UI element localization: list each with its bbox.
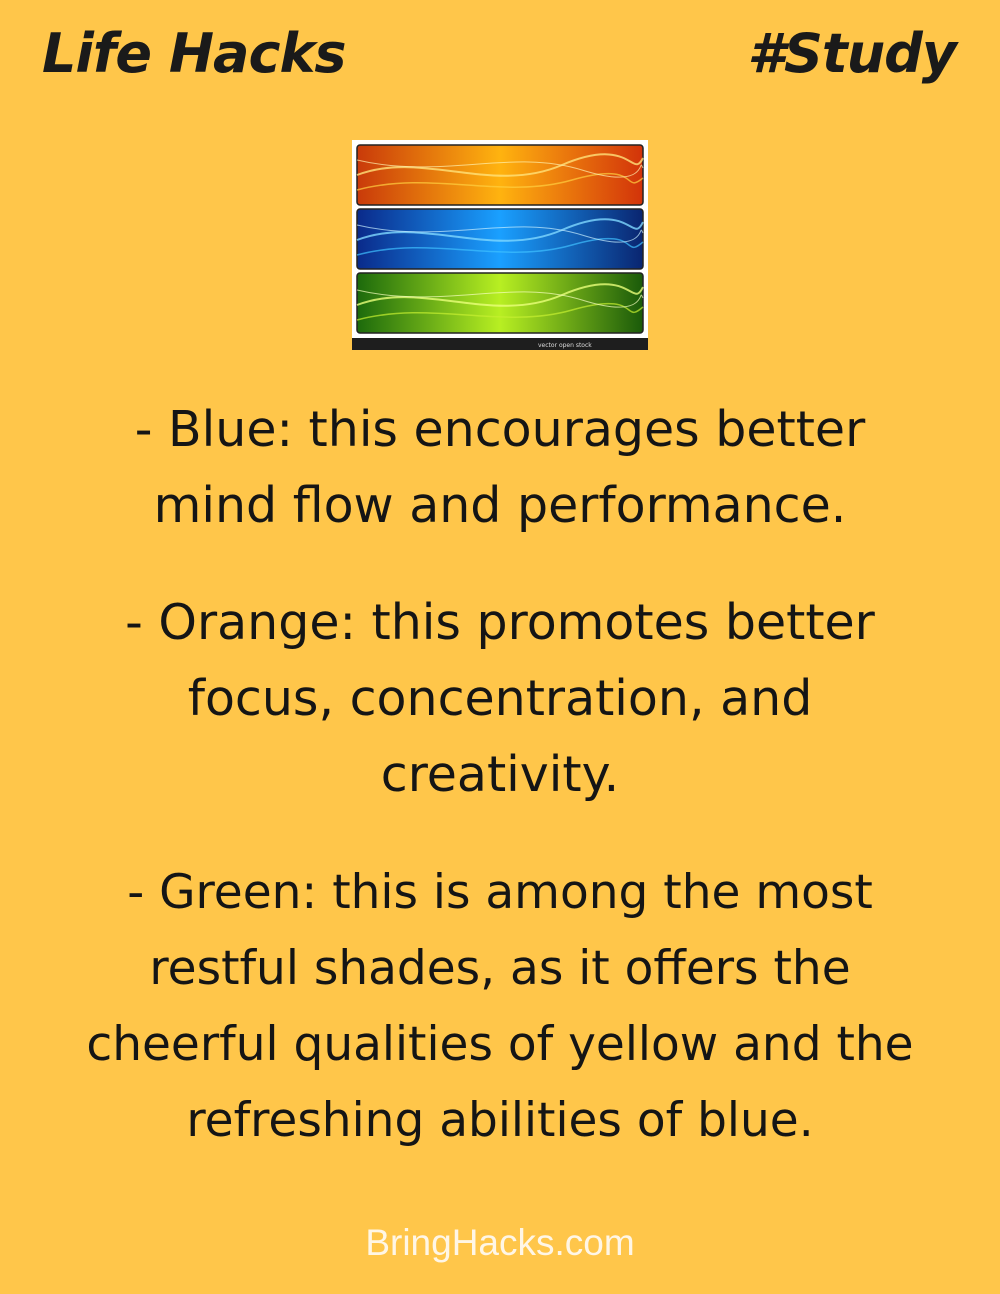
tip-orange: - Orange: this promotes better focus, co…: [125, 594, 875, 803]
life-hacks-title: Life Hacks: [42, 22, 347, 85]
site-watermark: BringHacks.com: [365, 1222, 635, 1263]
image-credit: vector open stock: [538, 342, 592, 349]
orange-banner: [356, 144, 644, 206]
tip-green: - Green: this is among the most restful …: [86, 865, 914, 1148]
blue-banner: [356, 208, 644, 270]
green-banner: [356, 272, 644, 334]
color-banners-image: vector open stock: [352, 140, 648, 350]
tip-blue: - Blue: this encourages better mind flow…: [134, 401, 866, 534]
study-hashtag: #Study: [747, 22, 957, 85]
